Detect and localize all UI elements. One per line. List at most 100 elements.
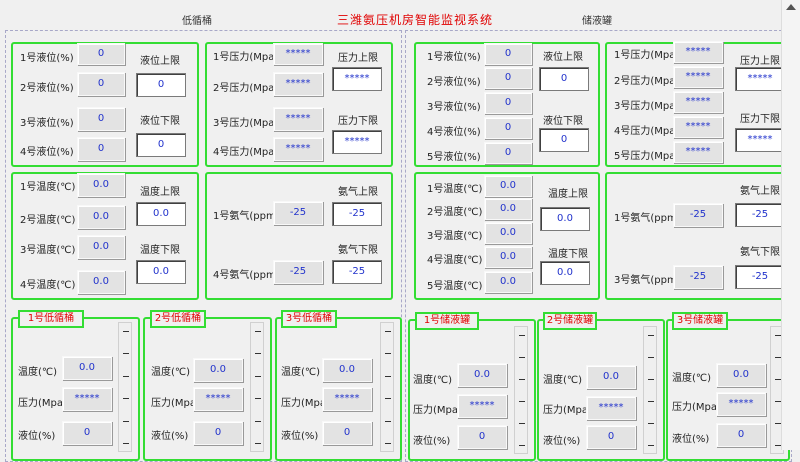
left-pressure-label-2: 2号压力(Mpa) [213, 83, 279, 94]
gauge-tick [519, 335, 525, 336]
gauge-tick [385, 376, 391, 377]
left-temp-value-3: 0.0 [77, 235, 125, 259]
low-circ-unit-3-title: 3号低循桶 [281, 310, 337, 328]
low-circ-unit-3-press-value: ***** [322, 387, 372, 411]
gauge-tick [519, 423, 525, 424]
right-level-lower-input[interactable]: 0 [539, 128, 589, 152]
gauge-tick [123, 376, 129, 377]
section-title-liquid-storage: 储液罐 [582, 16, 612, 27]
left-ammonia-lower-input[interactable]: -25 [332, 260, 382, 284]
right-ammonia-label-1: 1号氨气(ppm) [614, 213, 681, 224]
right-ammonia-lower-label: 氨气下限 [740, 247, 780, 258]
low-circ-unit-1-press-value: ***** [62, 387, 112, 411]
left-level-upper-input[interactable]: 0 [136, 73, 186, 97]
storage-tank-1-press-value: ***** [457, 394, 507, 418]
right-pressure-upper-input[interactable]: ***** [735, 67, 785, 91]
right-temp-upper-input[interactable]: 0.0 [540, 207, 590, 231]
right-temp-value-1: 0.0 [484, 175, 532, 197]
storage-tank-2-temp-value: 0.0 [586, 365, 636, 389]
right-level-label-4: 4号液位(%) [427, 127, 481, 138]
right-ammonia-value-1: -25 [673, 203, 723, 227]
left-ammonia-upper-label: 氨气上限 [338, 187, 378, 198]
low-circ-unit-1-level-label: 液位(%) [18, 431, 56, 442]
left-temp-value-1: 0.0 [77, 173, 125, 197]
low-circ-unit-3-level-label: 液位(%) [281, 431, 319, 442]
left-temp-lower-input[interactable]: 0.0 [136, 260, 186, 284]
low-circ-unit-2-level-gauge [250, 322, 264, 452]
low-circ-unit-2-level-label: 液位(%) [151, 431, 189, 442]
low-circ-unit-1-title: 1号低循桶 [18, 310, 84, 328]
low-circ-unit-2-level-value: 0 [193, 421, 243, 445]
storage-tank-1-level-value: 0 [457, 425, 507, 449]
right-temp-value-3: 0.0 [484, 222, 532, 244]
storage-tank-1-level-label: 液位(%) [413, 436, 451, 447]
gauge-tick [385, 398, 391, 399]
left-level-lower-input[interactable]: 0 [136, 133, 186, 157]
right-level-label-3: 3号液位(%) [427, 102, 481, 113]
storage-tank-2-title: 2号储液罐 [543, 312, 597, 330]
gauge-tick [648, 401, 654, 402]
gauge-tick [648, 379, 654, 380]
storage-tank-1-temp-label: 温度(℃) [413, 375, 453, 386]
right-ammonia-upper-label: 氨气上限 [740, 186, 780, 197]
gauge-tick [385, 421, 391, 422]
left-level-label-1: 1号液位(%) [20, 53, 74, 64]
low-circ-unit-1-press-label: 压力(Mpa) [18, 398, 67, 409]
left-level-label-3: 3号液位(%) [20, 118, 74, 129]
gauge-tick [123, 331, 129, 332]
gauge-tick [385, 331, 391, 332]
right-pressure-value-1: ***** [673, 41, 723, 63]
left-temp-upper-input[interactable]: 0.0 [136, 202, 186, 226]
gauge-tick [255, 353, 261, 354]
right-pressure-upper-label: 压力上限 [740, 56, 780, 67]
left-pressure-lower-input[interactable]: ***** [332, 130, 382, 154]
left-pressure-upper-input[interactable]: ***** [332, 67, 382, 91]
left-ammonia-label-1: 1号氨气(ppm) [213, 211, 280, 222]
right-pressure-label-3: 3号压力(Mpa) [614, 101, 680, 112]
gauge-tick [519, 445, 525, 446]
scroll-up-arrow-icon[interactable] [786, 4, 796, 10]
left-ammonia-upper-input[interactable]: -25 [332, 202, 382, 226]
right-level-label-5: 5号液位(%) [427, 152, 481, 163]
low-circ-unit-1-level-value: 0 [62, 421, 112, 445]
gauge-tick [648, 357, 654, 358]
right-pressure-label-2: 2号压力(Mpa) [614, 76, 680, 87]
storage-tank-3-press-value: ***** [716, 392, 766, 416]
left-pressure-lower-label: 压力下限 [338, 116, 378, 127]
right-pressure-value-3: ***** [673, 91, 723, 113]
left-temp-upper-label: 温度上限 [140, 187, 180, 198]
right-ammonia-upper-input[interactable]: -25 [735, 203, 785, 227]
left-pressure-value-4: ***** [273, 137, 323, 161]
gauge-tick [648, 423, 654, 424]
left-ammonia-value-2: -25 [273, 260, 323, 284]
right-pressure-label-5: 5号压力(Mpa) [614, 151, 680, 162]
low-circ-unit-1-temp-value: 0.0 [62, 356, 112, 380]
left-ammonia-label-2: 4号氨气(ppm) [213, 270, 280, 281]
left-level-label-2: 2号液位(%) [20, 83, 74, 94]
section-title-low-circulation: 低循桶 [182, 16, 212, 27]
gauge-tick [123, 443, 129, 444]
storage-tank-2-level-gauge [643, 326, 657, 454]
right-ammonia-value-2: -25 [673, 265, 723, 289]
gauge-tick [519, 401, 525, 402]
low-circ-unit-3-temp-value: 0.0 [322, 358, 372, 382]
right-ammonia-lower-input[interactable]: -25 [735, 265, 785, 289]
right-pressure-label-4: 4号压力(Mpa) [614, 126, 680, 137]
right-temp-value-4: 0.0 [484, 246, 532, 268]
left-ammonia-lower-label: 氨气下限 [338, 245, 378, 256]
right-temp-label-1: 1号温度(℃) [427, 184, 483, 195]
vertical-scrollbar[interactable] [781, 0, 800, 450]
gauge-tick [519, 379, 525, 380]
storage-tank-3-temp-value: 0.0 [716, 363, 766, 387]
right-level-value-2: 0 [484, 67, 532, 89]
right-temp-value-2: 0.0 [484, 198, 532, 220]
gauge-tick [123, 421, 129, 422]
right-level-value-4: 0 [484, 117, 532, 139]
left-ammonia-value-1: -25 [273, 201, 323, 225]
right-temp-lower-input[interactable]: 0.0 [540, 261, 590, 285]
right-pressure-lower-input[interactable]: ***** [735, 128, 785, 152]
gauge-tick [255, 443, 261, 444]
storage-tank-3-temp-label: 温度(℃) [672, 373, 712, 384]
right-level-upper-input[interactable]: 0 [539, 67, 589, 91]
gauge-tick [519, 357, 525, 358]
